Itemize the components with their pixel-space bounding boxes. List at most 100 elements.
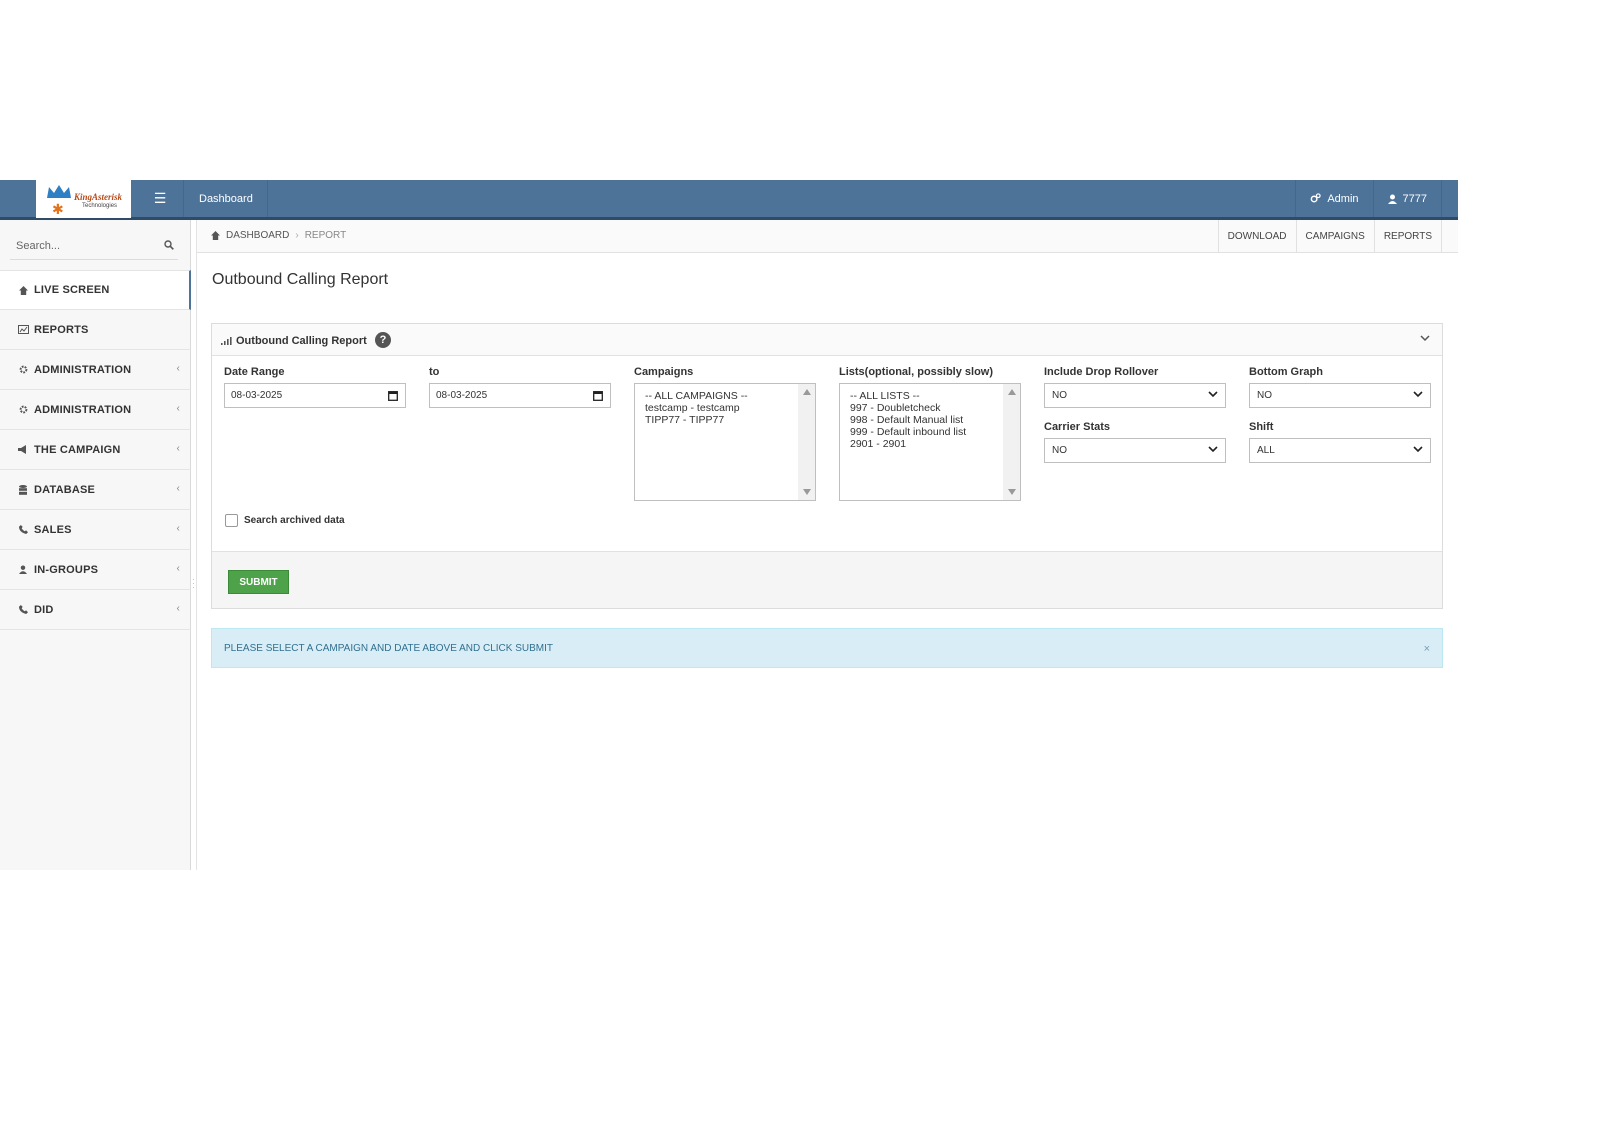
shift-label: Shift xyxy=(1249,421,1274,433)
scrollbar[interactable] xyxy=(1003,384,1020,500)
date-to-value: 08-03-2025 xyxy=(436,390,488,401)
navbar-right: Admin 7777 xyxy=(1295,180,1442,217)
shift-select[interactable]: ALL xyxy=(1249,438,1431,463)
archived-data-checkbox-row[interactable]: Search archived data xyxy=(225,514,345,527)
report-panel: Outbound Calling Report ? Date Range 08-… xyxy=(211,323,1443,609)
date-from-value: 08-03-2025 xyxy=(231,390,283,401)
panel-footer: SUBMIT xyxy=(212,551,1442,608)
to-label: to xyxy=(429,366,440,378)
lists-multiselect[interactable]: -- ALL LISTS -- 997 - Doubletcheck 998 -… xyxy=(839,383,1021,501)
admin-menu[interactable]: Admin xyxy=(1295,180,1372,217)
sidebar-item-did[interactable]: DID ‹ xyxy=(0,590,191,630)
search-icon[interactable] xyxy=(164,240,174,250)
list-option[interactable]: -- ALL LISTS -- xyxy=(850,390,966,402)
help-icon[interactable]: ? xyxy=(375,332,391,348)
calendar-icon[interactable] xyxy=(593,390,603,401)
home-icon xyxy=(16,285,30,295)
list-option[interactable]: 997 - Doubletcheck xyxy=(850,402,966,414)
archived-data-checkbox[interactable] xyxy=(225,514,238,527)
bottom-graph-label: Bottom Graph xyxy=(1249,366,1323,378)
sidebar-resize-handle[interactable]: · · · xyxy=(192,576,195,592)
chevron-down-icon xyxy=(1413,446,1423,453)
nav-dashboard-link[interactable]: Dashboard xyxy=(185,180,268,217)
date-to-input[interactable]: 08-03-2025 xyxy=(429,383,611,408)
sidebar-item-label: ADMINISTRATION xyxy=(34,403,132,416)
sidebar-item-label: ADMINISTRATION xyxy=(34,363,132,376)
admin-label: Admin xyxy=(1327,192,1359,205)
lists-label: Lists(optional, possibly slow) xyxy=(839,366,994,378)
close-icon[interactable]: × xyxy=(1424,643,1430,655)
archived-data-label: Search archived data xyxy=(244,515,345,526)
home-icon xyxy=(211,231,220,240)
phone-icon xyxy=(16,605,30,614)
carrier-stats-value: NO xyxy=(1052,445,1067,456)
breadcrumb-home-link[interactable]: DASHBOARD xyxy=(226,230,289,241)
sidebar-item-label: IN-GROUPS xyxy=(34,563,99,576)
campaign-option[interactable]: testcamp - testcamp xyxy=(645,402,748,414)
calendar-icon[interactable] xyxy=(388,390,398,401)
database-icon xyxy=(16,484,30,495)
chevron-down-icon[interactable] xyxy=(1420,333,1430,345)
breadcrumb-actions: DOWNLOAD CAMPAIGNS REPORTS xyxy=(1217,220,1442,252)
reports-link[interactable]: REPORTS xyxy=(1373,220,1442,252)
hamburger-icon: ☰ xyxy=(153,190,167,206)
chart-icon xyxy=(16,325,30,334)
campaigns-options: -- ALL CAMPAIGNS -- testcamp - testcamp … xyxy=(645,390,748,426)
shift-value: ALL xyxy=(1257,445,1275,456)
user-menu[interactable]: 7777 xyxy=(1372,180,1442,217)
sidebar-search[interactable]: Search... xyxy=(10,232,178,260)
carrier-stats-select[interactable]: NO xyxy=(1044,438,1226,463)
sidebar-item-label: REPORTS xyxy=(34,323,89,336)
list-option[interactable]: 998 - Default Manual list xyxy=(850,414,966,426)
campaign-option[interactable]: TIPP77 - TIPP77 xyxy=(645,414,748,426)
app-root: ✱ KingAsterisk Technologies ☰ Dashboard … xyxy=(0,180,1458,870)
breadcrumb-trail: DASHBOARD › REPORT xyxy=(211,230,346,241)
chevron-left-icon: ‹ xyxy=(176,403,180,414)
sidebar-item-label: THE CAMPAIGN xyxy=(34,443,121,456)
logo-subtext: Technologies xyxy=(82,203,118,209)
logo-text: KingAsterisk xyxy=(74,192,123,202)
user-label: 7777 xyxy=(1402,192,1427,205)
top-navbar: ✱ KingAsterisk Technologies ☰ Dashboard … xyxy=(0,180,1458,220)
list-option[interactable]: 999 - Default inbound list xyxy=(850,426,966,438)
gear-icon xyxy=(16,405,30,414)
user-icon xyxy=(1387,194,1397,204)
user-icon xyxy=(16,565,30,574)
sidebar-item-label: DID xyxy=(34,603,54,616)
sidebar-divider xyxy=(196,220,197,870)
sidebar-item-sales[interactable]: SALES ‹ xyxy=(0,510,191,550)
menu-toggle-button[interactable]: ☰ xyxy=(137,180,184,217)
sidebar-item-in-groups[interactable]: IN-GROUPS ‹ xyxy=(0,550,191,590)
sidebar: Search... LIVE SCREEN REPORTS ADMINISTRA… xyxy=(0,220,191,870)
signal-bars-icon xyxy=(221,337,232,345)
bottom-graph-value: NO xyxy=(1257,390,1272,401)
search-input[interactable]: Search... xyxy=(16,240,60,252)
date-range-label: Date Range xyxy=(224,366,285,378)
breadcrumb-separator: › xyxy=(295,230,299,241)
phone-icon xyxy=(16,525,30,534)
date-from-input[interactable]: 08-03-2025 xyxy=(224,383,406,408)
scrollbar[interactable] xyxy=(798,384,815,500)
bottom-graph-select[interactable]: NO xyxy=(1249,383,1431,408)
campaigns-link[interactable]: CAMPAIGNS xyxy=(1295,220,1374,252)
list-option[interactable]: 2901 - 2901 xyxy=(850,438,966,450)
sidebar-item-the-campaign[interactable]: THE CAMPAIGN ‹ xyxy=(0,430,191,470)
gear-icon xyxy=(16,365,30,374)
chevron-down-icon xyxy=(1413,391,1423,398)
drop-rollover-select[interactable]: NO xyxy=(1044,383,1226,408)
chevron-left-icon: ‹ xyxy=(176,603,180,614)
asterisk-icon: ✱ xyxy=(52,201,64,217)
sidebar-item-label: DATABASE xyxy=(34,483,96,496)
sidebar-item-label: LIVE SCREEN xyxy=(34,284,110,296)
sidebar-item-administration[interactable]: ADMINISTRATION ‹ xyxy=(0,350,191,390)
logo[interactable]: ✱ KingAsterisk Technologies xyxy=(36,180,131,218)
download-link[interactable]: DOWNLOAD xyxy=(1217,220,1296,252)
sidebar-item-administration-2[interactable]: ADMINISTRATION ‹ xyxy=(0,390,191,430)
sidebar-item-database[interactable]: DATABASE ‹ xyxy=(0,470,191,510)
submit-button[interactable]: SUBMIT xyxy=(228,570,289,594)
sidebar-item-live-screen[interactable]: LIVE SCREEN xyxy=(0,270,191,310)
campaigns-multiselect[interactable]: -- ALL CAMPAIGNS -- testcamp - testcamp … xyxy=(634,383,816,501)
campaign-option[interactable]: -- ALL CAMPAIGNS -- xyxy=(645,390,748,402)
breadcrumb: DASHBOARD › REPORT DOWNLOAD CAMPAIGNS RE… xyxy=(197,220,1458,253)
sidebar-item-reports[interactable]: REPORTS xyxy=(0,310,191,350)
